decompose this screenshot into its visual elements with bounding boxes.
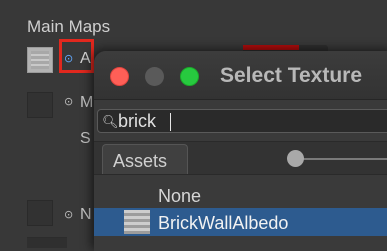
normal-map-label: N bbox=[80, 206, 92, 223]
window-title: Select Texture bbox=[220, 64, 363, 87]
normal-map-texture-slot[interactable] bbox=[27, 200, 53, 226]
metallic-object-picker-icon[interactable]: ⊙ bbox=[64, 95, 73, 108]
maximize-window-button[interactable] bbox=[180, 67, 199, 86]
albedo-label: A bbox=[80, 50, 91, 67]
normal-object-picker-icon[interactable]: ⊙ bbox=[64, 208, 73, 221]
list-item-label: None bbox=[158, 186, 202, 206]
next-property-row bbox=[27, 237, 67, 248]
search-field[interactable]: 🔍︎ bbox=[97, 109, 387, 133]
albedo-object-picker-icon[interactable]: ⊙ bbox=[64, 52, 73, 65]
search-icon: 🔍︎ bbox=[102, 114, 119, 129]
list-item-label: BrickWallAlbedo bbox=[158, 213, 289, 233]
list-item-brickwallalbedo[interactable]: BrickWallAlbedo bbox=[94, 208, 387, 236]
tab-assets-label: Assets bbox=[113, 151, 168, 171]
albedo-texture-slot[interactable] bbox=[27, 47, 53, 73]
zoom-slider-track[interactable] bbox=[290, 158, 387, 160]
picker-toolbar: Assets bbox=[94, 141, 387, 175]
section-title-main-maps: Main Maps bbox=[27, 17, 111, 36]
window-titlebar[interactable]: Select Texture bbox=[94, 51, 387, 100]
search-input[interactable] bbox=[118, 111, 387, 131]
metallic-texture-slot[interactable] bbox=[27, 92, 53, 118]
zoom-slider-thumb[interactable] bbox=[287, 150, 304, 167]
texture-thumbnail bbox=[124, 210, 150, 234]
list-item-none[interactable]: None bbox=[94, 181, 387, 207]
close-window-button[interactable] bbox=[110, 67, 129, 86]
tab-assets[interactable]: Assets bbox=[102, 144, 188, 174]
smoothness-label: S bbox=[80, 130, 91, 147]
metallic-label: M bbox=[80, 94, 94, 111]
select-texture-window: Select Texture 🔍︎ Assets None BrickWallA… bbox=[94, 51, 387, 251]
minimize-window-button[interactable] bbox=[145, 67, 164, 86]
text-caret bbox=[170, 113, 171, 131]
